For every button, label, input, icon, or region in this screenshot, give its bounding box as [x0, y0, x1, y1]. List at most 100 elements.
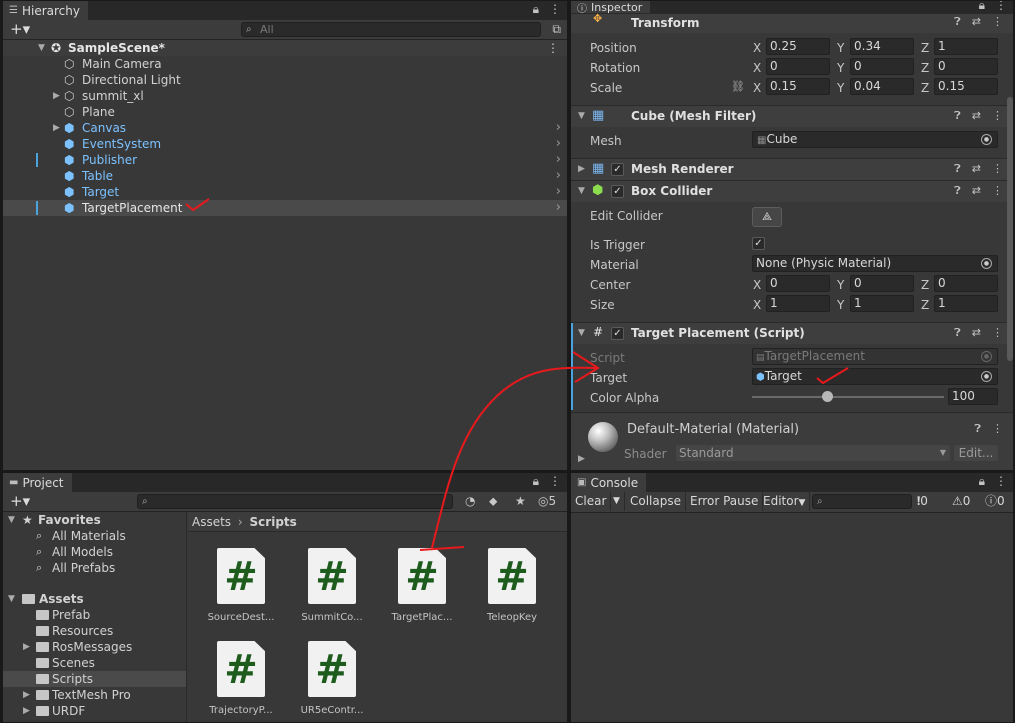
component-menu-icon[interactable]: ⋮ — [992, 15, 1003, 29]
rotation-y-field[interactable]: 0 — [850, 58, 914, 75]
foldout-arrow-icon[interactable]: ▼ — [578, 186, 585, 196]
favorites-row[interactable]: ▼ ★ Favorites — [3, 512, 186, 528]
scene-menu-icon[interactable]: ⋮ — [547, 40, 559, 56]
expand-arrow-icon[interactable]: ▶ — [23, 703, 30, 719]
favorites-star-icon[interactable]: ★ — [515, 494, 526, 508]
position-z-field[interactable]: 1 — [934, 38, 998, 55]
kebab-menu-icon[interactable]: ⋮ — [549, 474, 561, 489]
error-count-toggle[interactable]: ❗︎0 — [917, 492, 928, 511]
transform-header[interactable]: ✥ Transform ❓︎ ⇄ ⋮ — [571, 12, 1013, 33]
shader-dropdown[interactable]: Standard ▼ — [676, 445, 950, 461]
info-count-toggle[interactable]: ⓘ0 — [985, 492, 1005, 511]
presets-icon[interactable]: ⇄ — [972, 109, 981, 123]
expand-arrow-icon[interactable]: ▶ — [53, 88, 60, 104]
script-file-tile[interactable]: # SourceDest... — [201, 548, 281, 623]
expand-arrow-icon[interactable]: ▼ — [8, 591, 15, 607]
component-menu-icon[interactable]: ⋮ — [992, 162, 1003, 176]
expand-arrow-icon[interactable]: ▶ — [53, 120, 60, 136]
assets-row[interactable]: ▼ Assets — [3, 591, 186, 607]
chevron-right-icon[interactable]: › — [556, 120, 561, 136]
inspector-scrollbar[interactable] — [1007, 97, 1013, 361]
foldout-arrow-icon[interactable]: ▶ — [578, 164, 585, 174]
hierarchy-item-directional-light[interactable]: ⬡ Directional Light — [3, 72, 567, 88]
expand-arrow-icon[interactable]: ▶ — [23, 687, 30, 703]
scene-row[interactable]: ▼ ✪ SampleScene* ⋮ — [3, 40, 567, 56]
favorite-item[interactable]: ⌕ All Models — [3, 544, 186, 560]
create-asset-button[interactable]: +▾ — [10, 492, 30, 511]
chevron-right-icon[interactable]: › — [556, 168, 561, 184]
chevron-right-icon[interactable]: › — [556, 136, 561, 152]
presets-icon[interactable]: ⇄ — [972, 162, 981, 176]
lock-icon[interactable]: 🔒︎ — [979, 1, 985, 13]
hierarchy-item-main-camera[interactable]: ⬡ Main Camera — [3, 56, 567, 72]
scale-x-field[interactable]: 0.15 — [766, 78, 830, 95]
object-picker-icon[interactable]: ● — [981, 371, 992, 382]
foldout-arrow-icon[interactable]: ▼ — [578, 111, 585, 121]
hierarchy-item-table[interactable]: ⬢ Table › — [3, 168, 567, 184]
material-edit-button[interactable]: Edit... — [954, 445, 998, 461]
expand-arrow-icon[interactable]: ▶ — [23, 639, 30, 655]
help-icon[interactable]: ❓︎ — [954, 184, 961, 198]
lock-icon[interactable]: 🔒︎ — [533, 474, 539, 489]
create-button[interactable]: +▾ — [10, 20, 30, 39]
scale-y-field[interactable]: 0.04 — [850, 78, 914, 95]
is-trigger-checkbox[interactable]: ✓ — [752, 237, 765, 250]
hierarchy-item-target[interactable]: ⬢ Target › — [3, 184, 567, 200]
favorite-item[interactable]: ⌕ All Prefabs — [3, 560, 186, 576]
center-y-field[interactable]: 0 — [850, 275, 914, 292]
kebab-menu-icon[interactable]: ⋮ — [995, 1, 1007, 13]
hierarchy-item-publisher[interactable]: ⬢ Publisher › — [3, 152, 567, 168]
presets-icon[interactable]: ⇄ — [972, 15, 981, 29]
tab-project[interactable]: ▬ Project — [3, 473, 72, 492]
object-picker-icon[interactable]: ● — [981, 134, 992, 145]
scene-visibility-icon[interactable]: ⧉ — [552, 22, 561, 37]
error-pause-button[interactable]: Error Pause — [686, 492, 764, 511]
tab-hierarchy[interactable]: ☰ Hierarchy — [3, 1, 88, 20]
component-menu-icon[interactable]: ⋮ — [992, 422, 1003, 436]
slider-thumb[interactable] — [821, 391, 833, 402]
expand-arrow-icon[interactable]: ▼ — [8, 512, 15, 528]
expand-arrow-icon[interactable]: ▼ — [38, 40, 45, 56]
script-file-tile[interactable]: # TrajectoryP... — [201, 641, 281, 716]
scale-z-field[interactable]: 0.15 — [934, 78, 998, 95]
clear-button[interactable]: Clear — [571, 492, 612, 511]
component-menu-icon[interactable]: ⋮ — [992, 109, 1003, 123]
folder-item-scenes[interactable]: Scenes — [3, 655, 186, 671]
component-menu-icon[interactable]: ⋮ — [992, 326, 1003, 340]
folder-item-urdf[interactable]: ▶ URDF — [3, 703, 186, 719]
size-y-field[interactable]: 1 — [850, 295, 914, 312]
help-icon[interactable]: ❓︎ — [974, 422, 981, 436]
hierarchy-item-plane[interactable]: ⬡ Plane — [3, 104, 567, 120]
mesh-filter-header[interactable]: ▼ ▦ Cube (Mesh Filter) ❓︎ ⇄ ⋮ — [571, 105, 1013, 127]
physic-material-field[interactable]: None (Physic Material) ● — [752, 255, 998, 272]
rotation-z-field[interactable]: 0 — [934, 58, 998, 75]
editor-target-dropdown[interactable]: Editor▼ — [759, 492, 811, 511]
foldout-arrow-icon[interactable]: ▶ — [578, 454, 585, 464]
constrain-proportions-icon[interactable]: ⛓︎ — [731, 80, 745, 93]
console-search-input[interactable]: ⌕ — [812, 494, 912, 509]
breadcrumb-item-assets[interactable]: Assets — [192, 515, 231, 529]
hierarchy-item-summit-xl[interactable]: ▶ ⬡ summit_xl — [3, 88, 567, 104]
help-icon[interactable]: ❓︎ — [954, 15, 961, 29]
kebab-menu-icon[interactable]: ⋮ — [549, 2, 561, 17]
mesh-renderer-header[interactable]: ▶ ▦ ✓ Mesh Renderer ❓︎ ⇄ ⋮ — [571, 158, 1013, 180]
clear-options-dropdown[interactable]: ▼ — [609, 492, 625, 511]
enabled-checkbox[interactable]: ✓ — [611, 327, 624, 340]
help-icon[interactable]: ❓︎ — [954, 109, 961, 123]
warning-count-toggle[interactable]: ⚠︎0 — [952, 492, 970, 511]
presets-icon[interactable]: ⇄ — [972, 184, 981, 198]
lock-icon[interactable]: 🔒︎ — [979, 474, 985, 489]
script-file-tile[interactable]: # SummitCo... — [292, 548, 372, 623]
object-picker-icon[interactable]: ● — [981, 258, 992, 269]
help-icon[interactable]: ❓︎ — [954, 326, 961, 340]
edit-collider-button[interactable]: ⟁ — [752, 207, 782, 227]
folder-item-prefab[interactable]: Prefab — [3, 607, 186, 623]
hierarchy-item-targetplacement[interactable]: ⬢ TargetPlacement › — [3, 200, 567, 216]
search-by-label-icon[interactable]: ⬥ — [489, 494, 497, 509]
component-menu-icon[interactable]: ⋮ — [992, 184, 1003, 198]
mesh-object-field[interactable]: ▦Cube ● — [752, 131, 998, 148]
center-x-field[interactable]: 0 — [766, 275, 830, 292]
kebab-menu-icon[interactable]: ⋮ — [995, 474, 1007, 489]
chevron-right-icon[interactable]: › — [556, 152, 561, 168]
box-collider-header[interactable]: ▼ ⬢ ✓ Box Collider ❓︎ ⇄ ⋮ — [571, 180, 1013, 202]
